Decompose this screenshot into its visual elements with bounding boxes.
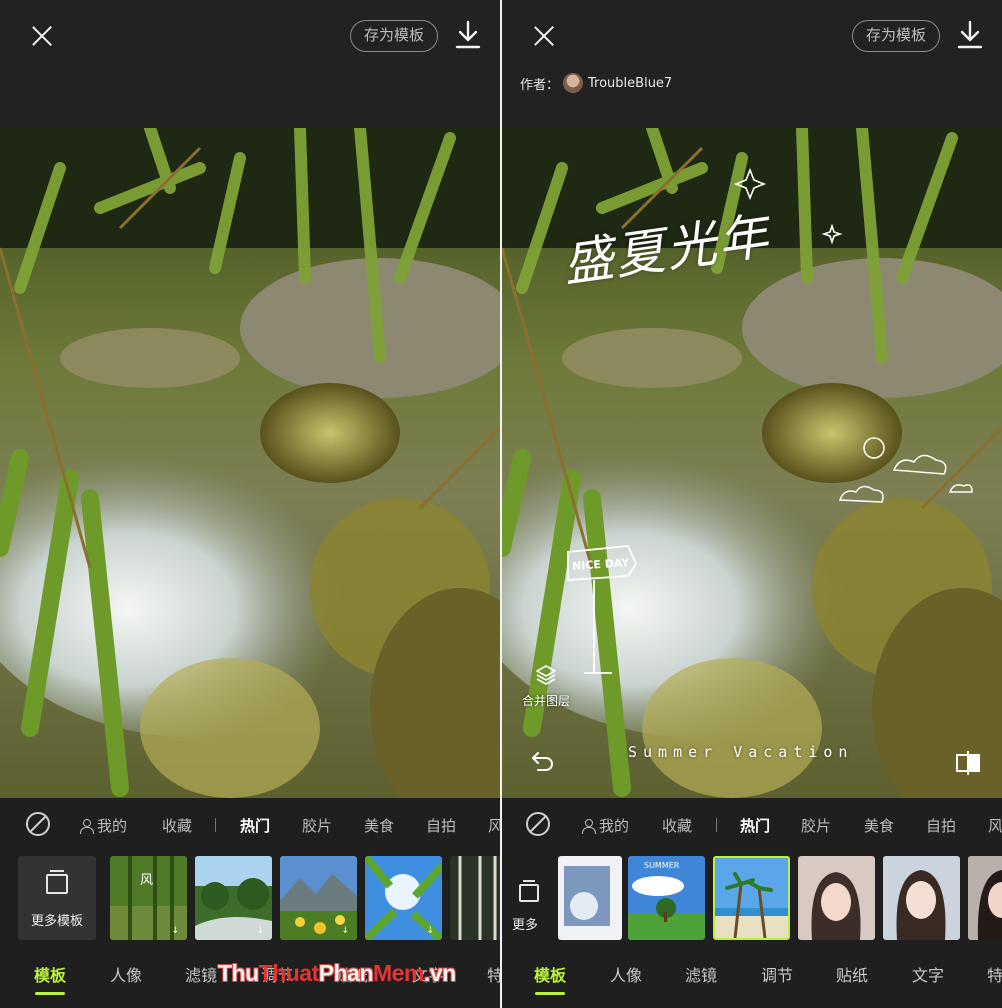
download-icon[interactable] (454, 20, 482, 50)
category-style[interactable]: 风 (488, 815, 500, 836)
template-strip: 更多 SUMMER (502, 854, 1002, 940)
right-panel: 存为模板 作者： TroubleBlue7 盛夏光年 NICE DAY Summ… (502, 0, 1002, 1008)
category-separator (215, 818, 216, 832)
undo-icon[interactable] (530, 748, 556, 774)
svg-text:风: 风 (140, 873, 153, 888)
bottom-tab-bar: 模板 人像 滤镜 调节 贴纸 文字 特 (502, 958, 1002, 995)
category-favorites[interactable]: 收藏 (162, 815, 192, 836)
category-separator (716, 818, 717, 832)
portrait-thumbnail (883, 856, 960, 940)
tab-text[interactable]: 文字 (912, 962, 944, 986)
person-icon (80, 819, 94, 834)
layers-icon (536, 665, 556, 685)
download-indicator-icon: ↓ (426, 926, 434, 936)
category-mine[interactable]: 我的 (582, 815, 629, 836)
template-thumbnail[interactable]: SUMMER (628, 856, 705, 940)
tab-effects[interactable]: 特 (487, 962, 500, 986)
tab-template[interactable]: 模板 (34, 962, 66, 986)
layers-icon (46, 870, 68, 894)
download-icon[interactable] (956, 20, 984, 50)
portrait-thumbnail (968, 856, 1002, 940)
palm-beach-thumbnail (715, 858, 788, 938)
photo-canvas[interactable]: 盛夏光年 NICE DAY Summer Vacation (502, 128, 1002, 798)
top-bar: 存为模板 作者： TroubleBlue7 (502, 0, 1002, 128)
template-thumbnail[interactable] (883, 856, 960, 940)
category-food[interactable]: 美食 (864, 815, 894, 836)
no-filter-icon[interactable] (526, 812, 550, 836)
author-info[interactable]: 作者： TroubleBlue7 (520, 72, 672, 94)
template-thumbnail[interactable] (798, 856, 875, 940)
template-thumbnail[interactable] (558, 856, 622, 940)
summer-tree-thumbnail: SUMMER (628, 856, 705, 940)
template-thumbnail[interactable] (450, 856, 500, 940)
category-selfie[interactable]: 自拍 (926, 815, 956, 836)
author-label: 作者： (520, 77, 560, 93)
thumbnail-summer-text: SUMMER (644, 861, 680, 870)
category-hot[interactable]: 热门 (740, 815, 770, 836)
template-thumbnail[interactable] (968, 856, 1002, 940)
close-icon[interactable] (28, 22, 56, 50)
active-tab-indicator (35, 992, 65, 995)
category-mine[interactable]: 我的 (80, 815, 127, 836)
tab-filter[interactable]: 滤镜 (185, 962, 217, 986)
category-film[interactable]: 胶片 (302, 815, 332, 836)
template-thumbnail[interactable]: 风 ↓ (110, 856, 187, 940)
person-icon (582, 819, 596, 834)
tab-portrait[interactable]: 人像 (610, 962, 642, 986)
category-film[interactable]: 胶片 (801, 815, 831, 836)
save-template-button[interactable]: 存为模板 (350, 20, 438, 52)
category-bar: 我的 收藏 热门 胶片 美食 自拍 风 (502, 808, 1002, 842)
more-button[interactable]: 更多 (512, 876, 550, 936)
category-favorites[interactable]: 收藏 (662, 815, 692, 836)
tab-effects[interactable]: 特 (987, 962, 1002, 986)
tab-filter[interactable]: 滤镜 (685, 962, 717, 986)
download-indicator-icon: ↓ (256, 926, 264, 936)
left-panel: 存为模板 我的 收藏 热门 胶片 美食 自拍 风 更多模板 风 ↓ ↓ ↓ ↓ … (0, 0, 500, 1008)
active-tab-indicator (535, 992, 565, 995)
template-thumbnail[interactable]: ↓ (365, 856, 442, 940)
stream-photo (0, 128, 500, 798)
overlay-caption[interactable]: Summer Vacation (628, 743, 853, 761)
forest-thumbnail (450, 856, 500, 940)
category-style[interactable]: 风 (988, 815, 1002, 836)
avatar (563, 73, 584, 93)
portrait-thumbnail (798, 856, 875, 940)
template-thumbnail-selected[interactable] (713, 856, 790, 940)
clouds-frame-thumbnail (558, 856, 622, 940)
close-icon[interactable] (530, 22, 558, 50)
download-indicator-icon: ↓ (341, 926, 349, 936)
category-selfie[interactable]: 自拍 (426, 815, 456, 836)
download-indicator-icon: ↓ (171, 926, 179, 936)
template-thumbnail[interactable]: ↓ (280, 856, 357, 940)
layers-icon (519, 880, 539, 902)
category-hot[interactable]: 热门 (240, 815, 270, 836)
compare-icon[interactable] (954, 750, 982, 776)
tab-adjust[interactable]: 调节 (761, 962, 793, 986)
category-bar: 我的 收藏 热门 胶片 美食 自拍 风 (0, 808, 500, 842)
category-food[interactable]: 美食 (364, 815, 394, 836)
template-strip: 更多模板 风 ↓ ↓ ↓ ↓ (0, 854, 500, 940)
top-bar: 存为模板 (0, 0, 500, 128)
no-filter-icon[interactable] (26, 812, 50, 836)
watermark: ThuThuatPhanMem.vn (218, 960, 456, 986)
template-thumbnail[interactable]: ↓ (195, 856, 272, 940)
tab-sticker[interactable]: 贴纸 (836, 962, 868, 986)
more-templates-button[interactable]: 更多模板 (18, 856, 96, 940)
tab-template[interactable]: 模板 (534, 962, 566, 986)
merge-layer-button[interactable]: 合并图层 (518, 662, 574, 708)
author-name: TroubleBlue7 (588, 75, 673, 91)
tab-portrait[interactable]: 人像 (110, 962, 142, 986)
save-template-button[interactable]: 存为模板 (852, 20, 940, 52)
photo-canvas[interactable] (0, 128, 500, 798)
